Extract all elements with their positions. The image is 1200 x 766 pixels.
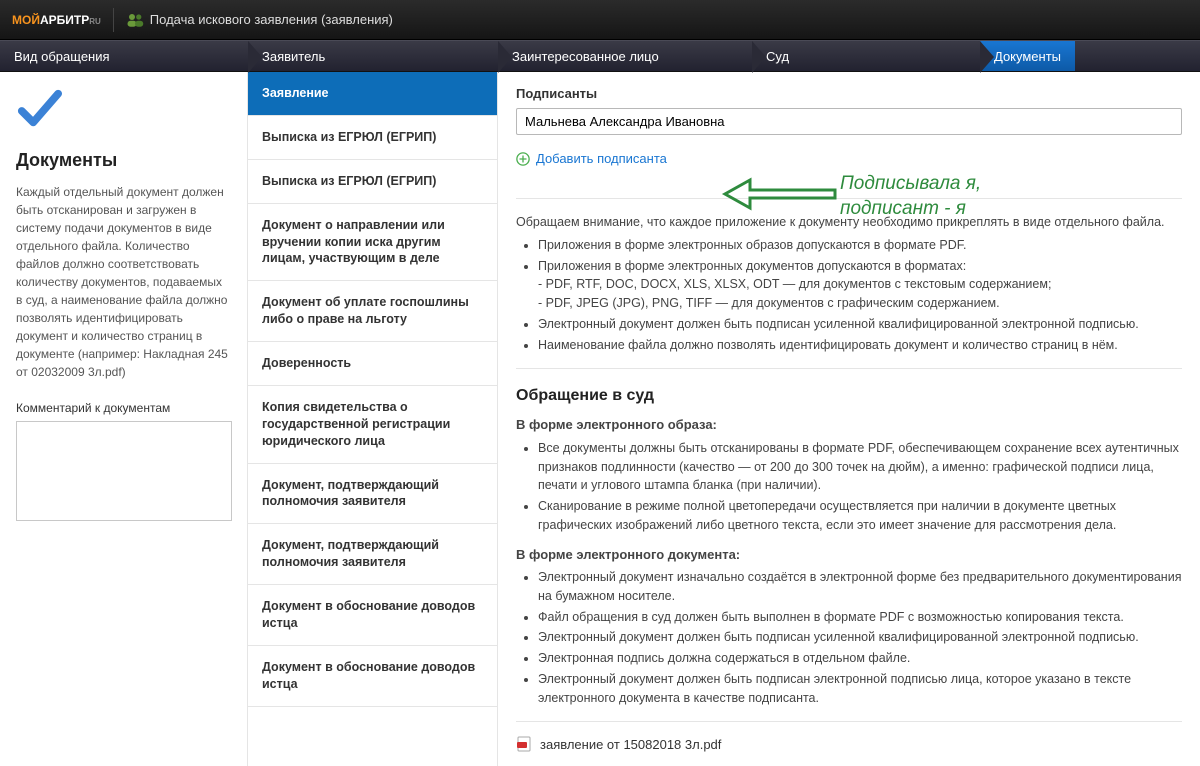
right-panel: Подписанты Добавить подписанта Обращаем … bbox=[498, 72, 1200, 766]
appeal-block: В форме электронного образа: Все докумен… bbox=[516, 415, 1182, 707]
signers-label: Подписанты bbox=[516, 86, 1182, 101]
left-title: Документы bbox=[16, 150, 231, 171]
doc-item[interactable]: Выписка из ЕГРЮЛ (ЕГРИП) bbox=[248, 116, 497, 160]
wizard-steps: Вид обращения Заявитель Заинтересованное… bbox=[0, 40, 1200, 72]
left-description: Каждый отдельный документ должен быть от… bbox=[16, 183, 231, 381]
notice-block: Обращаем внимание, что каждое приложение… bbox=[516, 213, 1182, 354]
left-panel: Документы Каждый отдельный документ долж… bbox=[0, 72, 248, 766]
add-signer-label: Добавить подписанта bbox=[536, 151, 667, 166]
signer-input[interactable] bbox=[516, 108, 1182, 135]
pdf-icon bbox=[516, 736, 532, 752]
step-interested[interactable]: Заинтересованное лицо bbox=[498, 41, 752, 71]
page-title: Подача искового заявления (заявления) bbox=[150, 12, 393, 27]
attached-file[interactable]: заявление от 15082018 3л.pdf bbox=[516, 736, 1182, 752]
doc-item[interactable]: Документ об уплате госпошлины либо о пра… bbox=[248, 281, 497, 342]
doc-item[interactable]: Выписка из ЕГРЮЛ (ЕГРИП) bbox=[248, 160, 497, 204]
file-name: заявление от 15082018 3л.pdf bbox=[540, 737, 721, 752]
step-documents[interactable]: Документы bbox=[980, 41, 1075, 71]
appeal-title: Обращение в суд bbox=[516, 387, 1182, 405]
add-signer-link[interactable]: Добавить подписанта bbox=[516, 151, 667, 166]
doc-item[interactable]: Документ о направлении или вручении копи… bbox=[248, 204, 497, 282]
comment-label: Комментарий к документам bbox=[16, 401, 231, 415]
plus-icon bbox=[516, 152, 530, 166]
checkmark-icon bbox=[16, 86, 62, 132]
step-applicant[interactable]: Заявитель bbox=[248, 41, 498, 71]
doc-item[interactable]: Доверенность bbox=[248, 342, 497, 386]
step-type[interactable]: Вид обращения bbox=[0, 41, 248, 71]
comment-textarea[interactable] bbox=[16, 421, 232, 521]
doc-item-application[interactable]: Заявление bbox=[248, 72, 497, 116]
doc-item[interactable]: Документ, подтверждающий полномочия заяв… bbox=[248, 524, 497, 585]
step-court[interactable]: Суд bbox=[752, 41, 980, 71]
top-bar: МОЙАРБИТРRU Подача искового заявления (з… bbox=[0, 0, 1200, 40]
doc-item[interactable]: Документ, подтверждающий полномочия заяв… bbox=[248, 464, 497, 525]
logo[interactable]: МОЙАРБИТРRU bbox=[12, 13, 101, 27]
doc-item[interactable]: Документ в обоснование доводов истца bbox=[248, 646, 497, 707]
doc-item[interactable]: Документ в обоснование доводов истца bbox=[248, 585, 497, 646]
doc-item[interactable]: Копия свидетельства о государственной ре… bbox=[248, 386, 497, 464]
people-icon bbox=[126, 13, 144, 27]
document-list: Заявление Выписка из ЕГРЮЛ (ЕГРИП) Выпис… bbox=[248, 72, 498, 766]
